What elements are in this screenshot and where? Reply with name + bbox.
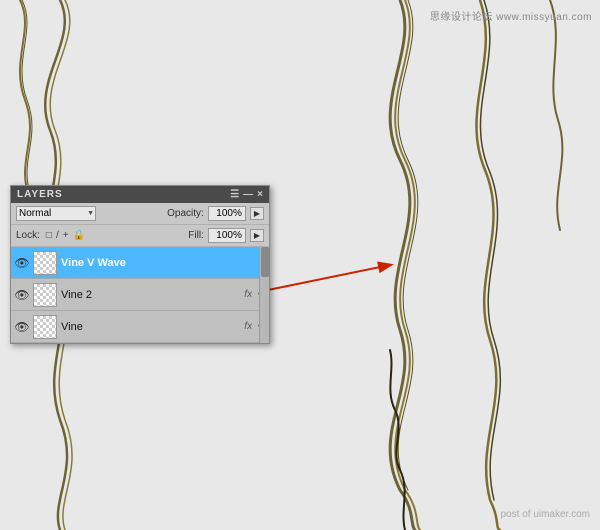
layer-item-vine-2[interactable]: 👁 Vine 2 fx ▼ bbox=[11, 279, 269, 311]
watermark-bottom: post of uimaker.com bbox=[501, 509, 590, 520]
panel-title: LAYERS bbox=[17, 189, 63, 200]
panel-title-bar: LAYERS ☰ — × bbox=[11, 186, 269, 203]
canvas-area: 思缘设计论坛 www.missyuan.com post of uimaker.… bbox=[0, 0, 600, 530]
layer-thumbnail-vine-v-wave bbox=[33, 251, 57, 275]
layer-item-vine-v-wave[interactable]: 👁 Vine V Wave bbox=[11, 247, 269, 279]
layer-visibility-vine-2[interactable]: 👁 bbox=[15, 288, 29, 302]
layers-scrollbar[interactable] bbox=[259, 247, 269, 343]
opacity-input[interactable] bbox=[208, 206, 246, 221]
layer-fx-vine: fx bbox=[244, 321, 252, 332]
scrollbar-thumb[interactable] bbox=[261, 247, 269, 277]
layer-thumbnail-vine-2 bbox=[33, 283, 57, 307]
layer-item-vine[interactable]: 👁 Vine fx ▼ bbox=[11, 311, 269, 343]
lock-image-icon[interactable]: / bbox=[56, 230, 59, 241]
lock-transparency-icon[interactable]: □ bbox=[46, 230, 52, 241]
layer-fx-vine-2: fx bbox=[244, 289, 252, 300]
opacity-label: Opacity: bbox=[167, 208, 204, 219]
blend-mode-row: Normal Dissolve Multiply Screen Overlay … bbox=[11, 203, 269, 225]
watermark-top: 思缘设计论坛 www.missyuan.com bbox=[430, 8, 592, 23]
fill-input[interactable] bbox=[208, 228, 246, 243]
blend-mode-select[interactable]: Normal Dissolve Multiply Screen Overlay bbox=[16, 206, 96, 221]
panel-controls: ☰ — × bbox=[230, 189, 263, 200]
lock-position-icon[interactable]: + bbox=[63, 230, 69, 241]
fill-row: Fill: ▶ bbox=[89, 228, 264, 243]
lock-label: Lock: bbox=[16, 230, 40, 241]
fill-label: Fill: bbox=[188, 230, 204, 241]
lock-all-icon[interactable]: 🔒 bbox=[73, 230, 85, 241]
layer-name-vine-v-wave: Vine V Wave bbox=[61, 257, 265, 269]
opacity-row: Opacity: ▶ bbox=[100, 206, 264, 221]
layer-visibility-vine-v-wave[interactable]: 👁 bbox=[15, 256, 29, 270]
opacity-arrow-button[interactable]: ▶ bbox=[250, 207, 264, 220]
blend-mode-wrapper[interactable]: Normal Dissolve Multiply Screen Overlay … bbox=[16, 206, 96, 221]
layer-thumbnail-vine bbox=[33, 315, 57, 339]
panel-minimize-button[interactable]: — bbox=[243, 189, 253, 200]
fill-arrow-button[interactable]: ▶ bbox=[250, 229, 264, 242]
layer-visibility-vine[interactable]: 👁 bbox=[15, 320, 29, 334]
panel-menu-icon[interactable]: ☰ bbox=[230, 189, 239, 200]
layer-name-vine-2: Vine 2 bbox=[61, 289, 240, 301]
panel-close-button[interactable]: × bbox=[257, 189, 263, 200]
layer-name-vine: Vine bbox=[61, 321, 240, 333]
layers-panel: LAYERS ☰ — × Normal Dissolve Multiply Sc… bbox=[10, 185, 270, 344]
lock-fill-row: Lock: □ / + 🔒 Fill: ▶ bbox=[11, 225, 269, 247]
layers-list: 👁 Vine V Wave 👁 Vine 2 fx ▼ 👁 bbox=[11, 247, 269, 343]
